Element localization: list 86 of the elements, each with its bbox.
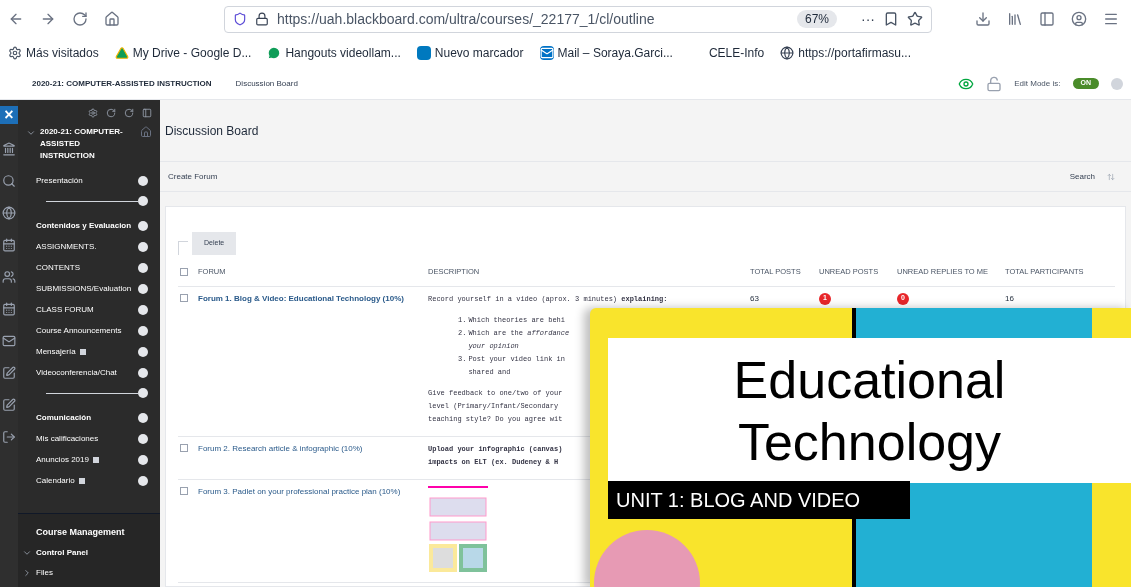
- nav-icon[interactable]: [2, 270, 16, 284]
- mail-icon: [539, 46, 554, 60]
- zoom-level[interactable]: 67%: [796, 10, 837, 28]
- star-icon[interactable]: [907, 11, 923, 27]
- menu-item[interactable]: SUBMISSIONS/Evaluation: [36, 282, 132, 295]
- menu-item[interactable]: Mis calificaciones: [36, 432, 99, 445]
- menu-item[interactable]: Videoconferencia/Chat: [36, 366, 117, 379]
- nav-icon[interactable]: [2, 238, 16, 252]
- panel-item[interactable]: Control Panel: [36, 547, 88, 559]
- forum-link[interactable]: Forum 2. Research article & infographic (10%): [198, 442, 428, 455]
- caret-icon[interactable]: [22, 548, 32, 558]
- triangle-icon: [114, 46, 129, 60]
- slide-title: Educational: [733, 349, 1006, 411]
- globe-icon: [780, 46, 795, 60]
- address-bar[interactable]: https://uah.blackboard.com/ultra/courses/_22177_1/cl/outline 67% ···: [224, 5, 932, 33]
- forward-icon[interactable]: [40, 11, 56, 27]
- gear-icon: [8, 46, 22, 60]
- url-text: https://uah.blackboard.com/ultra/courses/_22177_1/cl/outline: [277, 9, 655, 29]
- chat-icon: [267, 46, 282, 60]
- lock-icon: [255, 12, 269, 26]
- select-all-checkbox[interactable]: [180, 268, 188, 276]
- caret-icon[interactable]: [22, 568, 32, 578]
- download-icon[interactable]: [975, 11, 991, 27]
- nav-icon[interactable]: [2, 430, 16, 444]
- nav-icon[interactable]: [2, 334, 16, 348]
- forum-link[interactable]: Forum 1. Blog & Video: Educational Technology (10%): [198, 292, 428, 305]
- menu-item[interactable]: Contenidos y Evaluacion: [36, 219, 132, 232]
- home-icon[interactable]: [104, 11, 120, 27]
- bookmark-link[interactable]: My Drive - Google D...: [132, 44, 252, 62]
- shield-icon: [233, 12, 247, 26]
- home-icon[interactable]: [140, 126, 152, 138]
- page-title: Discussion Board: [165, 122, 259, 140]
- bookmark-link[interactable]: Nuevo marcador: [434, 44, 524, 62]
- create-forum-button[interactable]: Create Forum: [168, 170, 218, 183]
- nav-icon[interactable]: [2, 398, 16, 412]
- menu-tool-icon[interactable]: [124, 108, 134, 118]
- menu-item[interactable]: Mensajería: [36, 345, 76, 358]
- menu-item[interactable]: Calendario: [36, 474, 75, 487]
- edit-mode-label: Edit Mode is:: [1014, 77, 1061, 90]
- account-icon[interactable]: [1071, 11, 1087, 27]
- menu-item[interactable]: ASSIGNMENTS.: [36, 240, 97, 253]
- bookmark-link[interactable]: Más visitados: [26, 44, 99, 62]
- bookmark-link[interactable]: Mail – Soraya.Garci...: [557, 44, 673, 62]
- nav-icon[interactable]: [2, 302, 16, 316]
- caret-icon[interactable]: [26, 128, 36, 138]
- board-icon: [416, 46, 431, 60]
- close-button[interactable]: ×: [0, 106, 18, 124]
- menu-tool-icon[interactable]: [142, 108, 152, 118]
- forum-link[interactable]: Forum 3. Padlet on your professional practice plan (10%): [198, 485, 428, 498]
- menu-item[interactable]: CLASS FORUM: [36, 303, 94, 316]
- menu-item[interactable]: CONTENTS: [36, 261, 80, 274]
- course-title[interactable]: 2020-21: COMPUTER-ASSISTED INSTRUCTION: [32, 77, 212, 90]
- library-icon[interactable]: [1007, 11, 1023, 27]
- participants-count: 16: [1005, 292, 1015, 305]
- slide-title: Technology: [737, 411, 1002, 473]
- menu-course-title[interactable]: 2020-21: COMPUTER-ASSISTED INSTRUCTION: [40, 126, 136, 162]
- back-icon[interactable]: [8, 11, 24, 27]
- menu-icon[interactable]: [1103, 11, 1119, 27]
- breadcrumb-link[interactable]: Discussion Board: [235, 77, 298, 90]
- pocket-icon[interactable]: [883, 11, 899, 27]
- bookmark-link[interactable]: CELE-Info: [708, 44, 765, 62]
- row-checkbox[interactable]: [180, 293, 188, 302]
- row-checkbox[interactable]: [180, 486, 188, 495]
- total-posts: 63: [750, 292, 760, 305]
- corner-arrow-icon: [178, 240, 188, 255]
- menu-item[interactable]: Comunicación: [36, 411, 92, 424]
- row-checkbox[interactable]: [180, 443, 188, 452]
- slide-subtitle: UNIT 1: BLOG AND VIDEO: [608, 481, 910, 519]
- menu-item[interactable]: Presentación: [36, 174, 83, 187]
- sidebar-icon[interactable]: [1039, 11, 1055, 27]
- nav-icon[interactable]: [2, 206, 16, 220]
- bookmark-link[interactable]: Hangouts videollam...: [285, 44, 401, 62]
- menu-tool-icon[interactable]: [88, 108, 98, 118]
- more-button[interactable]: ···: [861, 8, 875, 30]
- nav-icon[interactable]: [2, 174, 16, 188]
- bookmark-link[interactable]: https://portafirmasu...: [798, 44, 911, 62]
- menu-item[interactable]: Course Announcements: [36, 324, 122, 337]
- section-title: Course Management: [35, 525, 126, 539]
- reload-icon[interactable]: [72, 11, 88, 27]
- menu-item[interactable]: Anuncios 2019: [36, 453, 89, 466]
- unlock-icon[interactable]: [986, 75, 1003, 92]
- menu-tool-icon[interactable]: [106, 108, 116, 118]
- nav-icon[interactable]: [2, 366, 16, 380]
- nav-icon[interactable]: [2, 142, 16, 156]
- search-button[interactable]: Search: [1069, 170, 1095, 183]
- panel-item[interactable]: Files: [36, 567, 53, 579]
